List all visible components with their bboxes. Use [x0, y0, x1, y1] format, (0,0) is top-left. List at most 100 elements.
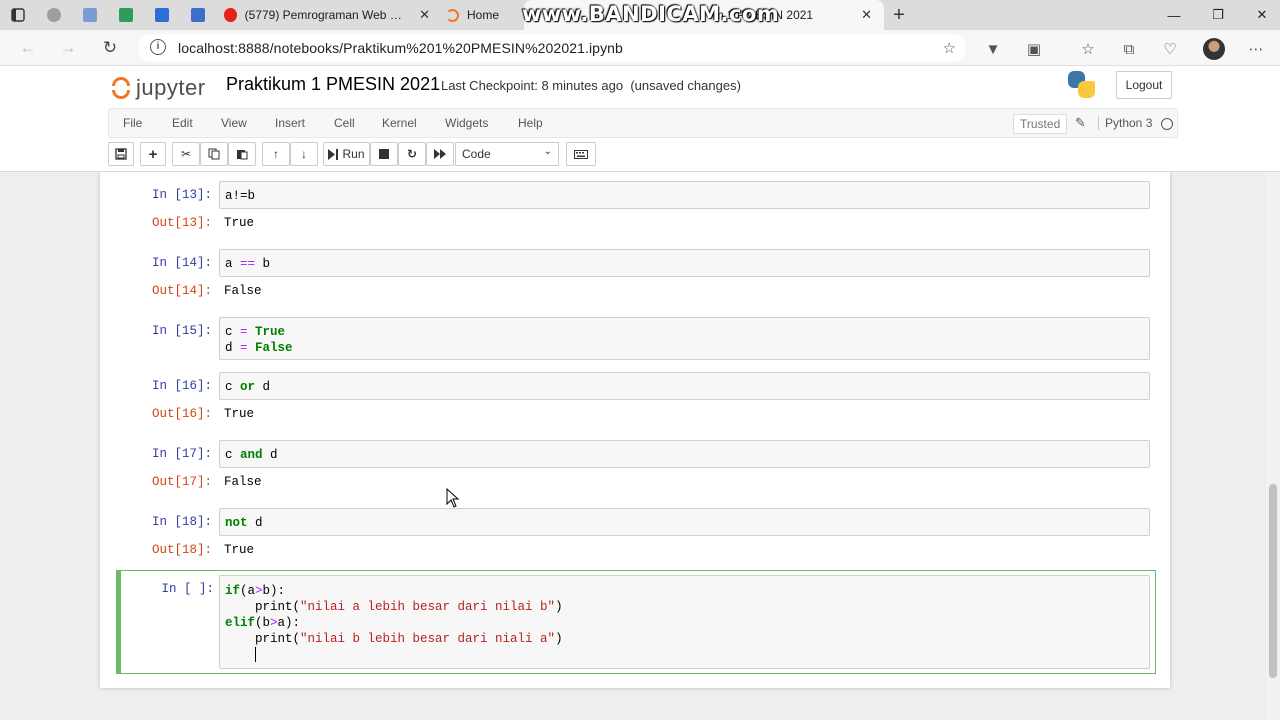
run-button[interactable]: Run: [323, 142, 370, 166]
input-prompt: In [ ]:: [161, 582, 214, 596]
input-prompt: In [14]:: [151, 256, 212, 270]
code-input[interactable]: c or d: [219, 372, 1150, 400]
sheets-icon: [119, 8, 133, 22]
menu-widgets[interactable]: Widgets: [445, 116, 488, 130]
code-editor[interactable]: if(a>b): print("nilai a lebih besar dari…: [219, 575, 1150, 669]
trusted-badge[interactable]: Trusted: [1013, 114, 1068, 134]
profile-avatar[interactable]: [1203, 38, 1225, 60]
copy-button[interactable]: [200, 142, 228, 166]
pinned-tab-4[interactable]: [144, 0, 180, 30]
mouse-cursor-icon: [446, 488, 460, 508]
save-status: (unsaved changes): [630, 78, 741, 93]
notebook-title[interactable]: Praktikum 1 PMESIN 2021: [226, 74, 440, 95]
fast-forward-icon: [434, 149, 446, 159]
youtube-icon: [224, 8, 237, 22]
command-palette-button[interactable]: [566, 142, 596, 166]
close-window-button[interactable]: ✕: [1240, 0, 1280, 30]
tab-title: (5779) Pemrograman Web Dinam: [244, 8, 408, 22]
menu-edit[interactable]: Edit: [172, 116, 193, 130]
pinned-tab-2[interactable]: [72, 0, 108, 30]
add-favorite-icon[interactable]: ☆: [943, 39, 956, 57]
cell-output: True: [224, 407, 255, 421]
tab-home[interactable]: Home: [438, 0, 524, 30]
jupyter-logo[interactable]: jupyter: [110, 72, 206, 104]
back-button[interactable]: ←: [16, 36, 40, 60]
menu-kernel[interactable]: Kernel: [382, 116, 417, 130]
save-button[interactable]: [108, 142, 134, 166]
run-label: Run: [342, 147, 365, 161]
interrupt-kernel-button[interactable]: [370, 142, 398, 166]
tab-youtube[interactable]: (5779) Pemrograman Web Dinam ✕: [216, 0, 438, 30]
menu-cell[interactable]: Cell: [334, 116, 355, 130]
plus-icon: +: [148, 145, 158, 163]
arrow-down-icon: ↓: [301, 147, 307, 161]
site-info-icon[interactable]: i: [150, 39, 166, 55]
pinned-tab-5[interactable]: [180, 0, 216, 30]
code-input[interactable]: a == b: [219, 249, 1150, 277]
code-input[interactable]: not d: [219, 508, 1150, 536]
more-menu-icon[interactable]: ⋯: [1245, 38, 1267, 60]
step-forward-icon: [328, 148, 339, 160]
menu-file[interactable]: File: [123, 116, 142, 130]
new-tab-button[interactable]: +: [884, 4, 914, 27]
keyboard-icon: [574, 149, 588, 159]
cell-type-value: Code: [462, 147, 491, 161]
active-code-cell[interactable]: In [ ]: if(a>b): print("nilai a lebih be…: [116, 570, 1156, 674]
close-icon[interactable]: ✕: [861, 7, 872, 23]
logout-button[interactable]: Logout: [1116, 71, 1172, 99]
cell-type-select[interactable]: Code ⌄: [455, 142, 559, 166]
pinned-tab-1[interactable]: [36, 0, 72, 30]
menu-insert[interactable]: Insert: [275, 116, 305, 130]
scrollbar-thumb[interactable]: [1269, 484, 1277, 678]
forward-button[interactable]: →: [56, 36, 80, 60]
output-prompt: Out[18]:: [151, 543, 212, 557]
code-input[interactable]: c = True d = False: [219, 317, 1150, 360]
extension-puzzle-icon[interactable]: ▣: [1023, 38, 1045, 60]
jupyter-logo-icon: [110, 75, 132, 101]
docs-icon: [83, 8, 97, 22]
page-scrollbar[interactable]: [1266, 172, 1280, 720]
kernel-name[interactable]: Python 3: [1098, 116, 1152, 130]
code-input[interactable]: a!=b: [219, 181, 1150, 209]
minimize-button[interactable]: —: [1152, 0, 1196, 30]
save-icon: [115, 148, 127, 160]
paste-button[interactable]: [228, 142, 256, 166]
restart-kernel-button[interactable]: ↻: [398, 142, 426, 166]
stop-icon: [379, 149, 389, 159]
jupyter-header: jupyter Praktikum 1 PMESIN 2021 Last Che…: [0, 66, 1280, 172]
output-prompt: Out[13]:: [151, 216, 212, 230]
collections-icon[interactable]: ⧉: [1118, 38, 1140, 60]
scissors-icon: ✂: [180, 147, 192, 161]
move-down-button[interactable]: ↓: [290, 142, 318, 166]
url-field[interactable]: i localhost:8888/notebooks/Praktikum%201…: [138, 34, 966, 62]
menu-help[interactable]: Help: [518, 116, 543, 130]
insert-cell-button[interactable]: +: [140, 142, 166, 166]
favorites-icon[interactable]: ☆: [1077, 38, 1099, 60]
restore-button[interactable]: ❐: [1196, 0, 1240, 30]
url-text[interactable]: localhost:8888/notebooks/Praktikum%201%2…: [178, 40, 623, 56]
reload-button[interactable]: ↻: [98, 36, 122, 60]
tab-actions-icon: [11, 8, 25, 22]
edit-pencil-icon[interactable]: ✎: [1075, 115, 1086, 131]
close-icon[interactable]: ✕: [419, 7, 430, 23]
input-prompt: In [17]:: [151, 447, 212, 461]
extension-icon[interactable]: ▼: [982, 38, 1004, 60]
restart-icon: ↻: [406, 147, 418, 161]
cell-output: False: [224, 475, 262, 489]
browser-essentials-icon[interactable]: ♡: [1159, 38, 1181, 60]
recording-watermark: www.BANDICAM.com: [522, 2, 780, 26]
pinned-tab-3[interactable]: [108, 0, 144, 30]
menu-view[interactable]: View: [221, 116, 247, 130]
tab-title: Home: [467, 8, 500, 22]
cut-button[interactable]: ✂: [172, 142, 200, 166]
move-up-button[interactable]: ↑: [262, 142, 290, 166]
menu-bar: File Edit View Insert Cell Kernel Widget…: [108, 108, 1178, 138]
output-prompt: Out[14]:: [151, 284, 212, 298]
text-caret: [255, 647, 257, 662]
code-input[interactable]: c and d: [219, 440, 1150, 468]
arrow-up-icon: ↑: [273, 147, 279, 161]
tab-actions-button[interactable]: [0, 0, 36, 30]
output-prompt: Out[17]:: [151, 475, 212, 489]
checkpoint-text: Last Checkpoint: 8 minutes ago: [441, 78, 624, 93]
restart-run-all-button[interactable]: [426, 142, 454, 166]
